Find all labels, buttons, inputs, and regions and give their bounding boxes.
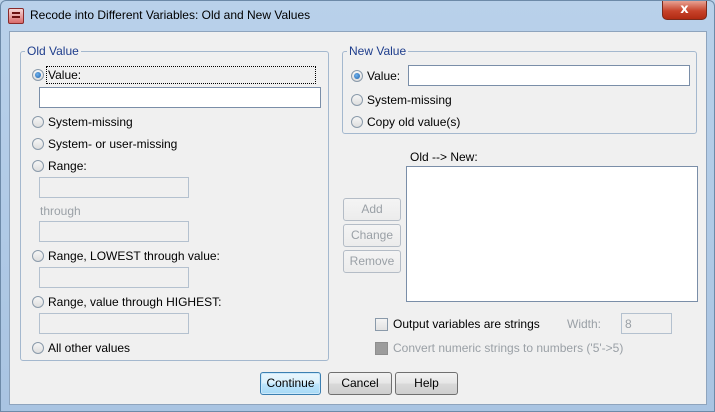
- close-icon: x: [680, 2, 689, 17]
- checkbox-disabled-icon: [375, 341, 388, 355]
- width-label: Width:: [567, 317, 602, 331]
- width-input[interactable]: [621, 313, 672, 334]
- output-strings-checkbox[interactable]: Output variables are strings: [375, 316, 540, 332]
- old-system-missing-label: System-missing: [48, 115, 133, 129]
- new-value-legend: New Value: [347, 44, 409, 58]
- new-system-missing-radio[interactable]: System-missing: [351, 92, 452, 108]
- continue-button[interactable]: Continue: [260, 372, 321, 395]
- radio-selected-icon: [32, 69, 44, 81]
- radio-icon: [32, 342, 44, 354]
- change-button[interactable]: Change: [343, 224, 401, 247]
- old-new-listbox[interactable]: [406, 166, 698, 302]
- add-button[interactable]: Add: [343, 198, 401, 221]
- old-range-label: Range:: [48, 159, 87, 173]
- copy-old-value-radio[interactable]: Copy old value(s): [351, 114, 460, 130]
- output-strings-label: Output variables are strings: [393, 317, 540, 331]
- old-new-label: Old --> New:: [410, 150, 478, 164]
- close-button[interactable]: x: [662, 1, 707, 20]
- range-highest-input[interactable]: [39, 313, 189, 334]
- help-button[interactable]: Help: [395, 372, 458, 395]
- range-to-input[interactable]: [39, 221, 189, 242]
- old-range-lowest-radio[interactable]: Range, LOWEST through value:: [32, 248, 220, 264]
- old-value-label: Value:: [46, 66, 316, 84]
- width-field[interactable]: [622, 314, 671, 333]
- radio-selected-icon: [351, 70, 363, 82]
- range-lowest-input[interactable]: [39, 267, 189, 288]
- convert-numeric-label: Convert numeric strings to numbers ('5'-…: [393, 341, 624, 355]
- old-system-user-missing-label: System- or user-missing: [48, 137, 178, 151]
- new-value-label: Value:: [367, 69, 401, 83]
- radio-icon: [32, 160, 44, 172]
- old-range-highest-label: Range, value through HIGHEST:: [48, 295, 222, 309]
- old-all-other-radio[interactable]: All other values: [32, 340, 130, 356]
- copy-old-value-label: Copy old value(s): [367, 115, 461, 129]
- radio-icon: [32, 116, 44, 128]
- old-range-lowest-label: Range, LOWEST through value:: [48, 249, 220, 263]
- old-value-legend: Old Value: [25, 44, 81, 58]
- title-bar[interactable]: Recode into Different Variables: Old and…: [1, 1, 714, 31]
- radio-icon: [351, 116, 363, 128]
- old-system-user-missing-radio[interactable]: System- or user-missing: [32, 136, 177, 152]
- radio-icon: [32, 296, 44, 308]
- dialog-client: Old Value Value: System-missing System- …: [9, 31, 707, 405]
- old-range-highest-radio[interactable]: Range, value through HIGHEST:: [32, 294, 221, 310]
- old-system-missing-radio[interactable]: System-missing: [32, 114, 133, 130]
- radio-icon: [32, 250, 44, 262]
- app-icon: [8, 8, 24, 24]
- new-value-radio[interactable]: Value:: [351, 68, 400, 84]
- new-system-missing-label: System-missing: [367, 93, 452, 107]
- old-value-field[interactable]: [40, 88, 320, 107]
- old-value-input[interactable]: [39, 87, 321, 108]
- range-from-input[interactable]: [39, 177, 189, 198]
- cancel-button[interactable]: Cancel: [328, 372, 392, 395]
- convert-numeric-checkbox[interactable]: Convert numeric strings to numbers ('5'-…: [375, 340, 623, 356]
- through-label: through: [40, 204, 81, 218]
- new-value-field[interactable]: [409, 66, 689, 85]
- radio-icon: [351, 94, 363, 106]
- remove-button[interactable]: Remove: [343, 250, 401, 273]
- old-value-radio[interactable]: Value:: [32, 66, 316, 84]
- dialog-window: Recode into Different Variables: Old and…: [0, 0, 715, 412]
- old-all-other-label: All other values: [48, 341, 131, 355]
- window-title: Recode into Different Variables: Old and…: [30, 8, 311, 22]
- radio-icon: [32, 138, 44, 150]
- checkbox-icon: [375, 317, 388, 331]
- new-value-input[interactable]: [408, 65, 690, 86]
- old-range-radio[interactable]: Range:: [32, 158, 87, 174]
